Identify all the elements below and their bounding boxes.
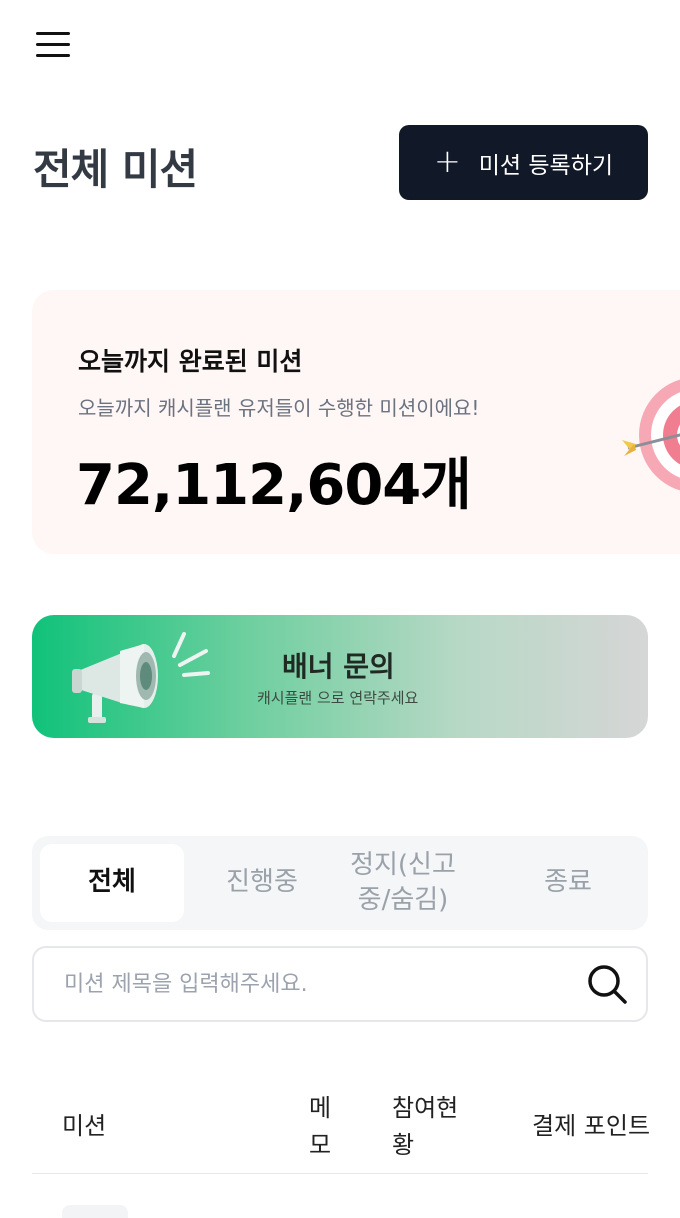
stats-count: 72,112,604개 <box>76 453 472 518</box>
tab-stopped[interactable]: 정지(신고중/숨김) <box>338 844 468 922</box>
tab-all[interactable]: 전체 <box>40 844 184 922</box>
column-header-mission: 미션 <box>62 1112 107 1140</box>
tab-in-progress[interactable]: 진행중 <box>192 844 332 922</box>
mission-status-tabs: 전체 진행중 정지(신고중/숨김) 종료 <box>32 836 648 930</box>
column-header-payment-points: 결제 포인트 <box>532 1112 651 1140</box>
register-mission-label: 미션 등록하기 <box>478 152 614 179</box>
banner-subtitle: 캐시플랜 으로 연락주세요 <box>257 689 419 707</box>
mission-table-header: 미션 메모 참여현황 결제 포인트 <box>32 1080 651 1174</box>
hamburger-menu-icon[interactable] <box>36 30 70 60</box>
plus-icon: + <box>433 141 461 180</box>
banner-inquiry[interactable]: 배너 문의 캐시플랜 으로 연락주세요 <box>32 615 648 738</box>
column-header-participation: 참여현황 <box>392 1094 459 1160</box>
register-mission-button[interactable]: + 미션 등록하기 <box>399 125 648 200</box>
completed-missions-card: 오늘까지 완료된 미션 오늘까지 캐시플랜 유저들이 수행한 미션이에요! 72… <box>32 290 680 554</box>
stats-subtitle: 오늘까지 캐시플랜 유저들이 수행한 미션이에요! <box>78 396 480 420</box>
table-row-badge <box>62 1205 128 1218</box>
tab-ended[interactable]: 종료 <box>498 844 638 922</box>
search-bar <box>32 946 648 1022</box>
search-icon[interactable] <box>586 963 628 1005</box>
page-title: 전체 미션 <box>33 145 198 194</box>
stats-title: 오늘까지 완료된 미션 <box>78 347 303 376</box>
column-header-memo: 메모 <box>309 1094 332 1160</box>
target-arrow-icon <box>622 379 680 491</box>
search-input[interactable] <box>64 971 586 997</box>
megaphone-icon <box>72 632 210 723</box>
banner-title: 배너 문의 <box>282 650 395 683</box>
